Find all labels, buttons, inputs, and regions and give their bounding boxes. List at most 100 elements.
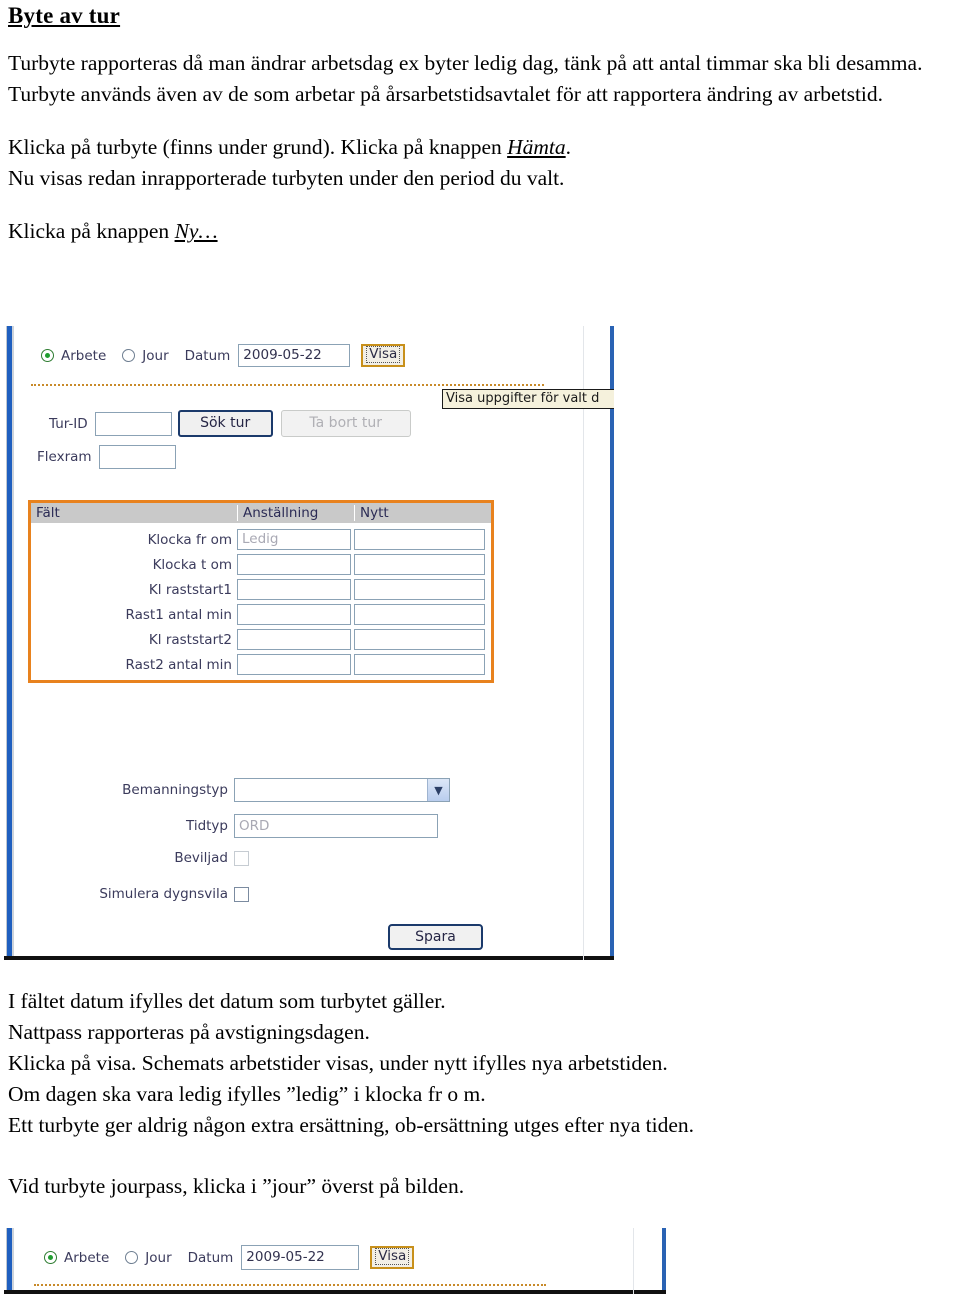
row-label: Klocka t om (152, 556, 232, 573)
row-nytt-cell (354, 604, 491, 625)
table-header-row: Fält Anställning Nytt (31, 503, 491, 523)
tidtyp-row: Tidtyp ORD (34, 814, 438, 838)
table-header-anstallning: Anställning (237, 505, 354, 521)
anstallning-input[interactable] (237, 554, 351, 575)
table-row: Klocka fr om Ledig (31, 527, 491, 552)
window-left-border (4, 1228, 15, 1294)
simulera-dygnsvila-checkbox[interactable] (234, 886, 249, 902)
window-inner-divider (583, 326, 584, 960)
window-inner-divider (633, 1228, 634, 1294)
radio-jour-label[interactable]: Jour (142, 348, 168, 364)
anstallning-input[interactable] (237, 629, 351, 650)
row-label: Kl raststart2 (148, 631, 232, 648)
window-right-border (610, 326, 614, 960)
table-row: Klocka t om (31, 552, 491, 577)
instruction-text-suffix: . (565, 135, 572, 159)
chevron-down-icon[interactable]: ▼ (427, 779, 449, 801)
datum-label: Datum (184, 347, 231, 364)
tidtyp-input[interactable]: ORD (234, 814, 438, 838)
tooltip-text: Visa uppgifter för valt d (446, 391, 600, 406)
row-anstallning-cell (237, 579, 354, 600)
screenshot-turbyte-form: Arbete Jour Datum 2009-05-22 Visa Visa u… (4, 326, 614, 960)
tidtyp-label: Tidtyp (185, 818, 228, 834)
beviljad-row: Beviljad (34, 850, 249, 866)
row-label: Klocka fr om (147, 531, 232, 548)
spara-button-row: Spara (388, 924, 483, 950)
window-right-border (662, 1228, 666, 1294)
instruction-text-line2: Nu visas redan inrapporterade turbyten u… (8, 166, 565, 190)
window-bottom-border (4, 1290, 666, 1294)
flexram-row: Flexram (37, 445, 176, 469)
row-anstallning-cell (237, 629, 354, 650)
instruction-ny-prefix: Klicka på knappen (8, 219, 175, 243)
flexram-label: Flexram (37, 449, 92, 465)
simulera-dygnsvila-row: Simulera dygnsvila (34, 886, 249, 902)
row-anstallning-cell (237, 654, 354, 675)
table-row: Kl raststart1 (31, 577, 491, 602)
section-divider (31, 384, 544, 386)
shift-type-row-bottom: Arbete Jour Datum 2009-05-22 Visa (44, 1245, 415, 1270)
table-row: Kl raststart2 (31, 627, 491, 652)
row-anstallning-cell (237, 604, 354, 625)
tur-id-label: Tur-ID (49, 415, 88, 432)
radio-jour-icon[interactable] (122, 349, 136, 362)
nytt-input[interactable] (354, 529, 485, 550)
row-nytt-cell (354, 554, 491, 575)
sok-tur-button[interactable]: Sök tur (177, 410, 273, 437)
footer-line: Ett turbyte ger aldrig någon extra ersät… (8, 1113, 694, 1137)
anstallning-input[interactable] (237, 579, 351, 600)
ta-bort-tur-button: Ta bort tur (280, 410, 411, 437)
table-row: Rast2 antal min (31, 652, 491, 677)
nytt-input[interactable] (354, 604, 485, 625)
row-label: Kl raststart1 (148, 581, 232, 598)
tooltip-visa: Visa uppgifter för valt d (442, 389, 614, 409)
tur-id-input[interactable] (94, 411, 172, 436)
footer-line-last: Vid turbyte jourpass, klicka i ”jour” öv… (8, 1174, 465, 1198)
hamta-emphasis: Hämta (507, 135, 566, 159)
visa-button[interactable]: Visa (370, 1246, 415, 1269)
spara-button[interactable]: Spara (388, 924, 483, 950)
table-header-nytt: Nytt (354, 505, 491, 521)
radio-arbete-label[interactable]: Arbete (64, 1250, 109, 1266)
flexram-input[interactable] (98, 445, 176, 469)
instruction-paragraph-1: Klicka på turbyte (finns under grund). K… (8, 132, 960, 194)
instruction-text-prefix: Klicka på turbyte (finns under grund). K… (8, 135, 508, 159)
bemanningstyp-select[interactable]: ▼ (234, 778, 450, 802)
row-anstallning-cell: Ledig (237, 529, 354, 550)
nytt-input[interactable] (354, 579, 485, 600)
page-title: Byte av tur (8, 3, 121, 28)
simulera-dygnsvila-label: Simulera dygnsvila (99, 886, 228, 902)
anstallning-input[interactable] (237, 654, 351, 675)
anstallning-input[interactable]: Ledig (237, 529, 351, 550)
ny-emphasis: Ny… (174, 219, 218, 243)
table-row: Rast1 antal min (31, 602, 491, 627)
nytt-input[interactable] (354, 654, 485, 675)
nytt-input[interactable] (354, 554, 485, 575)
bemanningstyp-row: Bemanningstyp ▼ (34, 778, 450, 802)
row-anstallning-cell (237, 554, 354, 575)
row-nytt-cell (354, 579, 491, 600)
anstallning-input[interactable] (237, 604, 351, 625)
row-label: Rast2 antal min (125, 656, 232, 673)
radio-arbete-icon[interactable] (44, 1251, 57, 1264)
screenshot-jour-row: Arbete Jour Datum 2009-05-22 Visa (4, 1228, 666, 1294)
instruction-paragraph-2: Klicka på knappen Ny… (8, 216, 960, 247)
window-left-border (4, 326, 15, 960)
visa-button[interactable]: Visa (361, 344, 406, 367)
row-label: Rast1 antal min (125, 606, 232, 623)
datum-input[interactable]: 2009-05-22 (241, 1245, 360, 1270)
bemanningstyp-value (235, 779, 427, 801)
bemanningstyp-label: Bemanningstyp (122, 782, 228, 798)
radio-jour-icon[interactable] (125, 1251, 139, 1264)
section-divider (34, 1284, 546, 1286)
radio-arbete-label[interactable]: Arbete (61, 348, 106, 364)
nytt-input[interactable] (354, 629, 485, 650)
visa-button-label: Visa (366, 346, 401, 363)
radio-jour-label[interactable]: Jour (145, 1250, 171, 1266)
footer-line: I fältet datum ifylles det datum som tur… (8, 989, 446, 1013)
datum-input[interactable]: 2009-05-22 (238, 344, 351, 367)
radio-arbete-icon[interactable] (41, 349, 54, 362)
intro-paragraph: Turbyte rapporteras då man ändrar arbets… (8, 51, 923, 106)
row-nytt-cell (354, 654, 491, 675)
document-body: Byte av tur Turbyte rapporteras då man ä… (8, 0, 960, 247)
